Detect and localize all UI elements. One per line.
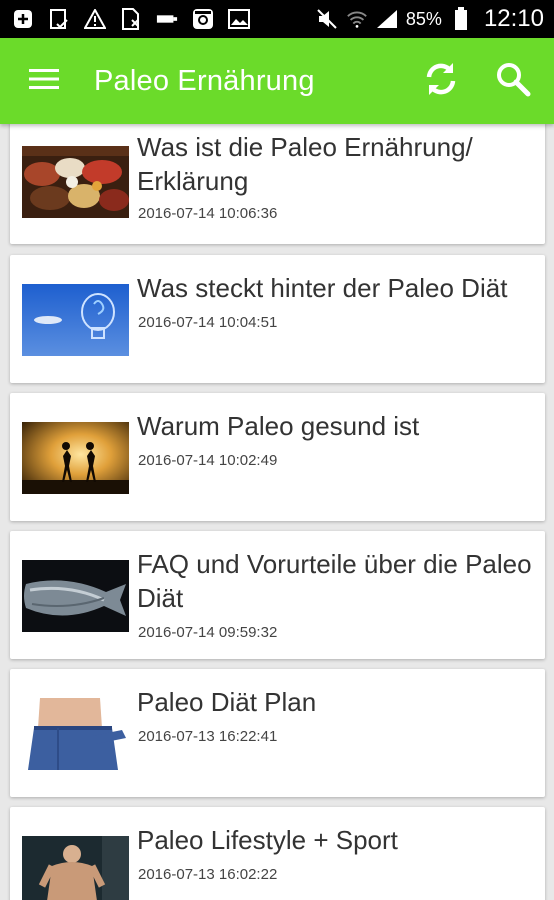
article-thumbnail bbox=[22, 422, 129, 494]
article-card[interactable]: Warum Paleo gesund ist 2016-07-14 10:02:… bbox=[10, 393, 545, 521]
image-icon bbox=[228, 8, 250, 30]
article-card[interactable]: Was steckt hinter der Paleo Diät 2016-07… bbox=[10, 255, 545, 383]
article-title: FAQ und Vorurteile über die Paleo Diät bbox=[137, 549, 532, 613]
article-title: Paleo Diät Plan bbox=[137, 687, 317, 717]
article-date: 2016-07-14 09:59:32 bbox=[138, 624, 278, 641]
add-icon bbox=[12, 8, 34, 30]
article-thumbnail bbox=[22, 560, 129, 632]
mute-icon bbox=[316, 8, 338, 30]
article-list: Was ist die Paleo Ernährung/ Erklärung 2… bbox=[0, 124, 554, 900]
article-title: Was ist die Paleo Ernährung/ Erklärung bbox=[137, 132, 473, 196]
app-title: Paleo Ernährung bbox=[94, 64, 315, 97]
status-bar: 85% 12:10 bbox=[0, 0, 554, 38]
article-title: Paleo Lifestyle + Sport bbox=[137, 825, 398, 855]
article-thumbnail bbox=[22, 698, 129, 770]
menu-icon bbox=[29, 67, 59, 96]
warning-icon bbox=[84, 8, 106, 30]
refresh-button[interactable] bbox=[414, 54, 468, 108]
usb-icon bbox=[156, 8, 178, 30]
search-icon bbox=[495, 61, 531, 102]
article-date: 2016-07-13 16:22:41 bbox=[138, 728, 278, 745]
article-card[interactable]: Was ist die Paleo Ernährung/ Erklärung 2… bbox=[10, 124, 545, 244]
refresh-icon bbox=[422, 60, 460, 103]
search-button[interactable] bbox=[486, 54, 540, 108]
article-date: 2016-07-14 10:04:51 bbox=[138, 314, 278, 331]
article-card[interactable]: FAQ und Vorurteile über die Paleo Diät 2… bbox=[10, 531, 545, 659]
article-card[interactable]: Paleo Lifestyle + Sport 2016-07-13 16:02… bbox=[10, 807, 545, 900]
app-bar: Paleo Ernährung bbox=[0, 38, 554, 124]
wifi-icon bbox=[346, 8, 368, 30]
article-title: Was steckt hinter der Paleo Diät bbox=[137, 273, 508, 303]
article-thumbnail bbox=[22, 284, 129, 356]
article-date: 2016-07-14 10:06:36 bbox=[138, 205, 278, 222]
article-date: 2016-07-13 16:02:22 bbox=[138, 866, 278, 883]
battery-percent: 85% bbox=[405, 8, 442, 29]
article-title: Warum Paleo gesund ist bbox=[137, 411, 420, 441]
clock: 12:10 bbox=[483, 5, 544, 32]
instagram-icon bbox=[192, 8, 214, 30]
clipboard-check-icon bbox=[48, 8, 70, 30]
battery-icon bbox=[450, 7, 472, 30]
article-card[interactable]: Paleo Diät Plan 2016-07-13 16:22:41 bbox=[10, 669, 545, 797]
article-thumbnail bbox=[22, 836, 129, 900]
article-date: 2016-07-14 10:02:49 bbox=[138, 452, 278, 469]
article-thumbnail bbox=[22, 146, 129, 218]
menu-button[interactable] bbox=[14, 51, 74, 111]
signal-icon bbox=[376, 8, 398, 30]
sim-error-icon bbox=[120, 8, 142, 30]
